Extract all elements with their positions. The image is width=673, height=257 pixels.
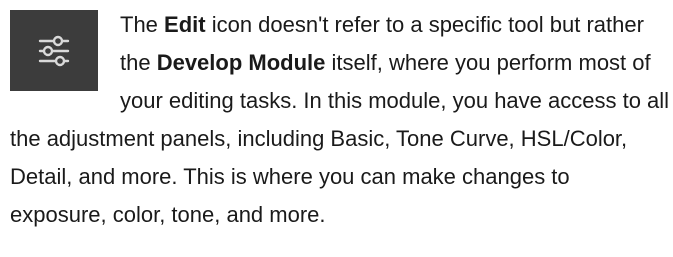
develop-module-term: Develop Module — [156, 50, 326, 75]
edit-term: Edit — [164, 12, 206, 37]
document: The Edit icon doesn't refer to a specifi… — [10, 6, 670, 234]
sliders-icon — [38, 35, 70, 66]
description-paragraph: The Edit icon doesn't refer to a specifi… — [10, 6, 670, 234]
edit-icon-tile — [10, 10, 98, 91]
text-part-1: The — [120, 12, 165, 37]
text-part-3: itself, where you perform most of your e… — [10, 50, 670, 227]
